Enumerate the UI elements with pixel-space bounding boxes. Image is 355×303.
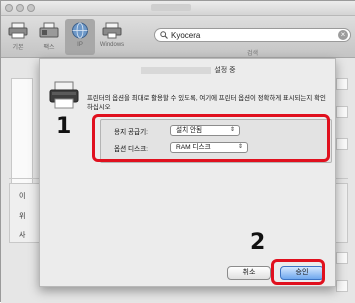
title-bar [1,1,355,16]
tab-default-label: 기본 [12,45,24,51]
sheet-title: 설정 중 [40,65,337,75]
tab-windows-label: Windows [99,42,125,48]
search-value: Kyocera [171,31,201,40]
search-input[interactable]: Kyocera × [154,28,351,42]
step1-number: 1 [56,114,72,139]
printer-icon [8,22,28,39]
minimize-window-button[interactable] [16,4,24,12]
tab-ip-label: IP [77,42,83,48]
tab-default[interactable]: 기본 [3,19,33,55]
bg-panel-left [11,78,33,188]
close-window-button[interactable] [5,4,13,12]
fax-icon [39,22,59,38]
printer-icon [49,81,79,109]
clear-search-icon[interactable]: × [338,30,348,40]
sheet-description: 프린터의 옵션을 최대로 활용할 수 있도록, 여기에 프린터 옵션이 정확하게… [87,95,326,111]
search-label: 검색 [247,51,259,57]
windows-printer-icon [102,22,122,39]
cancel-button-label: 취소 [242,269,256,276]
add-printer-window: 기본 팩스 IP Windows Kyocera × 검색 이 위 사 설정 중… [0,0,355,303]
search-icon [160,31,168,39]
sheet-title-blurred [141,66,212,74]
bg-protocol-label: 위 [19,213,26,220]
cancel-button[interactable]: 취소 [227,266,271,280]
tab-ip[interactable]: IP [65,19,95,55]
bg-field-right-3 [336,138,348,150]
printer-setup-sheet: 설정 중 프린터의 옵션을 최대로 활용할 수 있도록, 여기에 프린터 옵션이… [39,58,336,287]
step2-number: 2 [250,230,266,255]
bg-use-label: 사 [19,232,26,239]
bg-field-right-5 [336,280,348,292]
step2-highlight [271,259,325,285]
bg-field-right-4 [336,252,348,264]
window-title [151,4,191,11]
network-globe-icon [72,22,88,39]
toolbar: 기본 팩스 IP Windows Kyocera × 검색 [1,16,355,58]
bg-field-right-1 [336,78,348,90]
step1-highlight [92,114,330,162]
tab-windows[interactable]: Windows [97,19,127,55]
zoom-window-button[interactable] [27,4,35,12]
sheet-title-text: 설정 중 [214,67,236,74]
bg-field-right-2 [336,106,348,118]
tab-fax[interactable]: 팩스 [34,19,64,55]
bg-ip-label: 이 [19,193,26,200]
tab-fax-label: 팩스 [43,45,55,51]
